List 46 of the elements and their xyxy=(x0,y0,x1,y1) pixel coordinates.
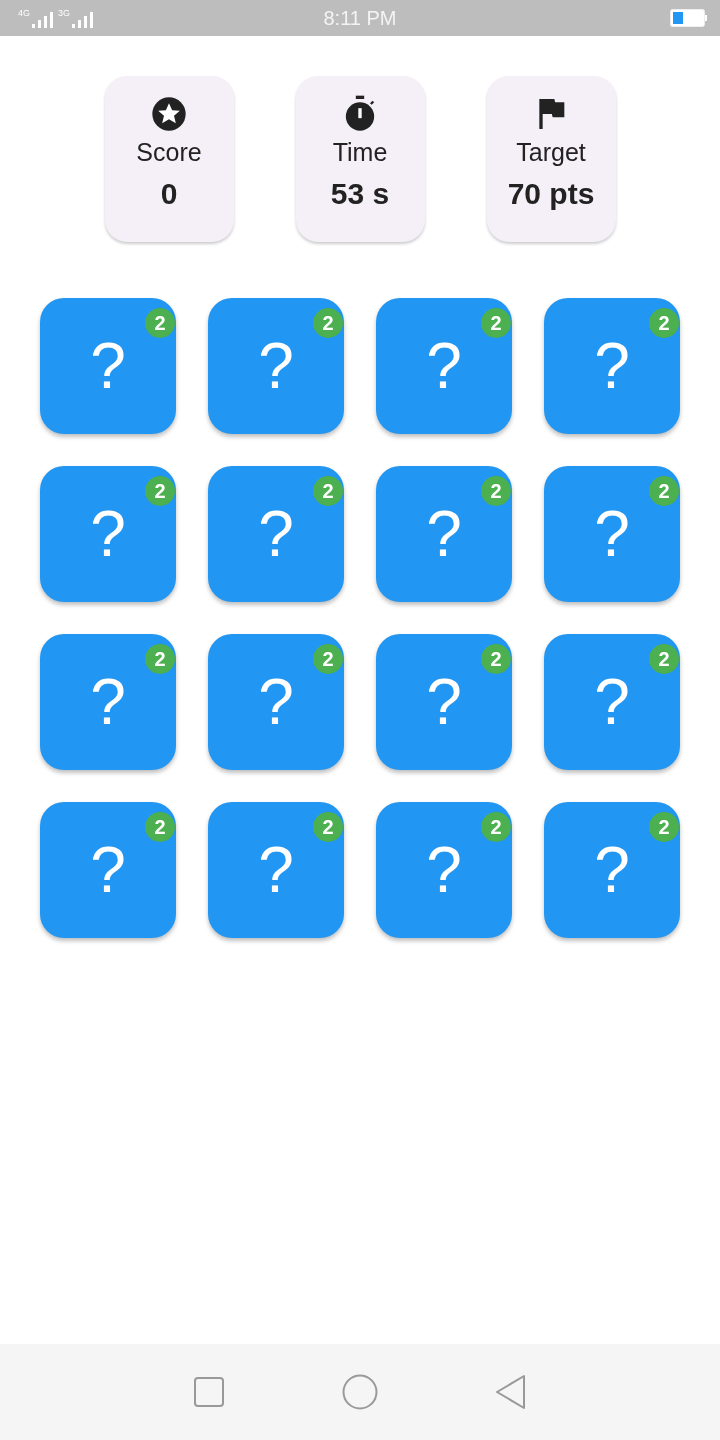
card-tile[interactable]: ? 2 xyxy=(544,634,680,770)
count-badge: 2 xyxy=(145,308,175,338)
card-tile[interactable]: ? 2 xyxy=(544,802,680,938)
count-badge: 2 xyxy=(313,644,343,674)
card-tile[interactable]: ? 2 xyxy=(40,298,176,434)
back-icon[interactable] xyxy=(494,1374,527,1410)
count-badge: 2 xyxy=(481,644,511,674)
count-badge: 2 xyxy=(481,812,511,842)
count-badge: 2 xyxy=(313,308,343,338)
count-badge: 2 xyxy=(649,476,679,506)
card-tile[interactable]: ? 2 xyxy=(40,466,176,602)
signal-icon xyxy=(71,12,94,28)
count-badge: 2 xyxy=(649,644,679,674)
stat-label: Time xyxy=(332,138,388,167)
card-tile[interactable]: ? 2 xyxy=(208,466,344,602)
card-tile[interactable]: ? 2 xyxy=(376,802,512,938)
stat-label: Score xyxy=(136,138,202,167)
network-label: 4G xyxy=(18,8,30,18)
home-icon[interactable] xyxy=(342,1374,378,1410)
count-badge: 2 xyxy=(145,644,175,674)
signal-icon xyxy=(31,12,53,28)
card-tile[interactable]: ? 2 xyxy=(376,634,512,770)
card-tile[interactable]: ? 2 xyxy=(544,298,680,434)
card-tile[interactable]: ? 2 xyxy=(376,298,512,434)
stat-value: 53 s xyxy=(330,177,390,211)
card-tile[interactable]: ? 2 xyxy=(208,802,344,938)
battery-icon xyxy=(670,9,708,27)
stat-value: 0 xyxy=(160,177,178,211)
stat-value: 70 pts xyxy=(507,177,595,211)
card-tile[interactable]: ? 2 xyxy=(376,466,512,602)
card-tile[interactable]: ? 2 xyxy=(208,634,344,770)
network-label: 3G xyxy=(58,8,71,18)
recent-apps-icon[interactable] xyxy=(193,1376,226,1408)
card-tile[interactable]: ? 2 xyxy=(544,466,680,602)
card-tile[interactable]: ? 2 xyxy=(40,802,176,938)
count-badge: 2 xyxy=(649,812,679,842)
count-badge: 2 xyxy=(313,812,343,842)
card-tile[interactable]: ? 2 xyxy=(208,298,344,434)
count-badge: 2 xyxy=(481,476,511,506)
stat-label: Target xyxy=(516,138,586,167)
card-tile[interactable]: ? 2 xyxy=(40,634,176,770)
count-badge: 2 xyxy=(649,308,679,338)
count-badge: 2 xyxy=(145,812,175,842)
count-badge: 2 xyxy=(313,476,343,506)
count-badge: 2 xyxy=(145,476,175,506)
count-badge: 2 xyxy=(481,308,511,338)
